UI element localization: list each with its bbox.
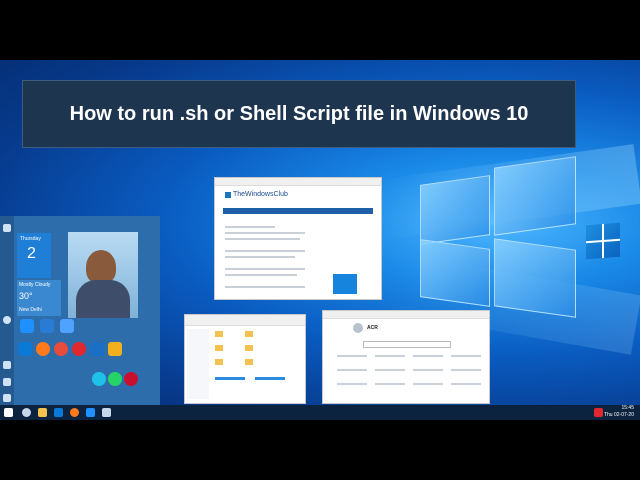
skype-icon[interactable] [92,372,106,386]
explorer-ribbon [185,315,305,326]
calendar-tile[interactable]: Thursday 2 [17,233,51,278]
photos-tile[interactable] [68,232,138,318]
settings-search-box[interactable] [363,341,451,348]
folder-icon [215,345,223,351]
file-explorer-thumbnail[interactable] [184,314,306,404]
user-avatar [353,323,363,333]
drive-usage-bar [255,377,285,380]
title-banner: How to run .sh or Shell Script file in W… [22,80,576,148]
edge-icon[interactable] [54,408,63,417]
power-icon[interactable] [3,394,11,402]
explorer-nav-pane [187,329,209,399]
weather-tile[interactable]: Mostly Cloudy 30° New Delhi [17,280,61,316]
vivaldi-icon[interactable] [124,372,138,386]
settings-icon[interactable] [3,378,11,386]
folder-icon [215,359,223,365]
user-icon[interactable] [3,316,11,324]
site-name: TheWindowsClub [233,191,288,198]
search-icon[interactable] [22,408,31,417]
settings-icon[interactable] [102,408,111,417]
taskbar-clock[interactable]: 15:45 Thu 02-07-20 [604,405,634,419]
start-menu: Thursday 2 Mostly Cloudy 30° New Delhi [0,216,160,406]
whatsapp-icon[interactable] [108,372,122,386]
folder-icon [245,331,253,337]
settings-window-thumbnail[interactable]: ACR [322,310,490,404]
chrome-icon[interactable] [54,342,68,356]
clock-time: 15:45 [621,405,634,411]
edge-icon[interactable] [18,342,32,356]
browser-window-thumbnail[interactable]: TheWindowsClub [214,177,382,300]
folder-icon [215,331,223,337]
start-menu-rail [0,216,14,406]
start-icon[interactable] [4,408,13,417]
outlook-icon[interactable] [20,319,34,333]
taskbar [0,405,640,420]
notification-icon[interactable] [594,408,603,417]
clock-date: Thu 02-07-20 [603,412,634,418]
settings-titlebar [323,311,489,319]
twc-site-icon [225,192,231,198]
folder-icon [245,345,253,351]
browser-titlebar [215,178,381,186]
documents-icon[interactable] [3,361,11,369]
article-image [333,274,357,294]
weather-city: New Delhi [19,307,42,313]
site-nav-bar [223,208,373,214]
drive-usage-bar [215,377,245,380]
firefox-icon[interactable] [36,342,50,356]
mail-icon[interactable] [86,408,95,417]
weather-temp: 30° [19,291,33,301]
onedrive-icon[interactable] [60,319,74,333]
page-title: How to run .sh or Shell Script file in W… [69,102,529,125]
calendar-date: 2 [27,245,36,262]
store-icon[interactable] [108,342,122,356]
firefox-icon[interactable] [70,408,79,417]
user-initials: ACR [367,325,378,331]
mail-icon[interactable] [40,319,54,333]
file-explorer-icon[interactable] [38,408,47,417]
weather-condition: Mostly Cloudy [19,282,51,288]
windows-logo-graphic [420,156,580,318]
hamburger-icon[interactable] [3,224,11,232]
twc-logo-icon [586,222,620,260]
calendar-day: Thursday [20,236,41,242]
opera-icon[interactable] [72,342,86,356]
folder-icon [245,359,253,365]
ie-icon[interactable] [90,342,104,356]
